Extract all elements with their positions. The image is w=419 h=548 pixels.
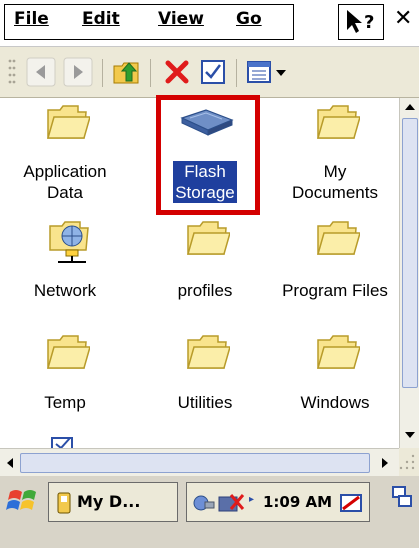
forward-icon xyxy=(63,57,93,87)
scroll-right-icon[interactable] xyxy=(378,456,392,470)
properties-button[interactable] xyxy=(196,55,230,89)
views-button[interactable] xyxy=(244,55,294,89)
tray-arrow-icon: ▸ xyxy=(249,494,255,505)
item-my-documents[interactable]: My Documents xyxy=(270,98,397,208)
device-icon xyxy=(57,492,71,514)
resize-grip-icon xyxy=(399,454,415,470)
item-label: Application Data xyxy=(23,162,107,202)
horizontal-scroll-thumb[interactable] xyxy=(20,453,370,473)
help-icon: ? xyxy=(347,10,374,33)
back-icon xyxy=(26,57,56,87)
network-status-icon[interactable] xyxy=(217,491,247,515)
input-panel-icon[interactable] xyxy=(339,491,365,515)
taskbar: My D... ▸ 1:09 AM xyxy=(0,476,419,548)
close-button[interactable]: ✕ xyxy=(394,6,412,31)
selection-highlight-frame xyxy=(156,95,260,215)
item-temp[interactable]: Temp xyxy=(0,328,130,428)
menu-edit[interactable]: Edit xyxy=(82,9,120,29)
folder-icon xyxy=(317,221,360,255)
folder-icon xyxy=(317,105,360,139)
vertical-scroll-thumb[interactable] xyxy=(402,118,418,388)
windows-start-icon[interactable] xyxy=(6,484,40,518)
delete-button[interactable] xyxy=(160,55,194,89)
toolbar-separator xyxy=(150,59,151,87)
item-label: Network xyxy=(33,281,97,300)
connectivity-icon[interactable] xyxy=(193,493,215,513)
item-application-data[interactable]: Application Data xyxy=(0,98,130,208)
size-grip xyxy=(399,448,419,476)
item-label: profiles xyxy=(177,281,233,300)
vertical-scrollbar[interactable] xyxy=(399,98,419,448)
delete-icon xyxy=(165,60,189,84)
network-icon xyxy=(49,221,89,263)
back-button[interactable] xyxy=(24,55,58,89)
shortcut-icon xyxy=(51,437,73,448)
item-utilities[interactable]: Utilities xyxy=(140,328,270,428)
item-label: Windows xyxy=(300,393,370,412)
item-label: Temp xyxy=(44,393,86,412)
forward-button[interactable] xyxy=(61,55,95,89)
svg-text:?: ? xyxy=(364,12,374,33)
taskbar-task-my-device[interactable]: My D... xyxy=(48,482,178,522)
folder-icon xyxy=(187,221,230,255)
folder-icon xyxy=(47,335,90,369)
up-folder-button[interactable] xyxy=(110,55,144,89)
item-windows[interactable]: Windows xyxy=(270,328,397,428)
desktop-switch-icon[interactable] xyxy=(390,484,414,518)
item-label: My Documents xyxy=(292,162,378,202)
toolbar-grip-icon xyxy=(8,59,16,84)
toolbar xyxy=(0,47,419,98)
scroll-up-icon[interactable] xyxy=(403,100,417,114)
toolbar-separator xyxy=(236,59,237,87)
task-label: My D... xyxy=(77,492,141,511)
properties-icon xyxy=(201,60,225,84)
folder-icon xyxy=(187,335,230,369)
scroll-left-icon[interactable] xyxy=(3,456,17,470)
toolbar-separator xyxy=(102,59,103,87)
menu-bar: File Edit View Go ? ✕ xyxy=(0,0,419,47)
item-network[interactable]: Network xyxy=(0,218,130,318)
clock[interactable]: 1:09 AM xyxy=(263,493,332,511)
item-program-files[interactable]: Program Files xyxy=(270,218,397,318)
horizontal-scrollbar[interactable] xyxy=(0,448,399,477)
item-label: Utilities xyxy=(177,393,233,412)
menu-go[interactable]: Go xyxy=(236,9,262,29)
help-button[interactable]: ? xyxy=(338,4,384,40)
folder-icon xyxy=(47,105,90,139)
item-profiles[interactable]: profiles xyxy=(140,218,270,318)
scroll-down-icon[interactable] xyxy=(403,428,417,442)
up-folder-icon xyxy=(113,62,139,84)
menu-view[interactable]: View xyxy=(158,9,204,29)
menu-file[interactable]: File xyxy=(14,9,49,29)
system-tray: ▸ 1:09 AM xyxy=(186,482,370,522)
item-label: Program Files xyxy=(282,281,388,300)
folder-icon xyxy=(317,335,360,369)
views-icon xyxy=(247,61,286,83)
